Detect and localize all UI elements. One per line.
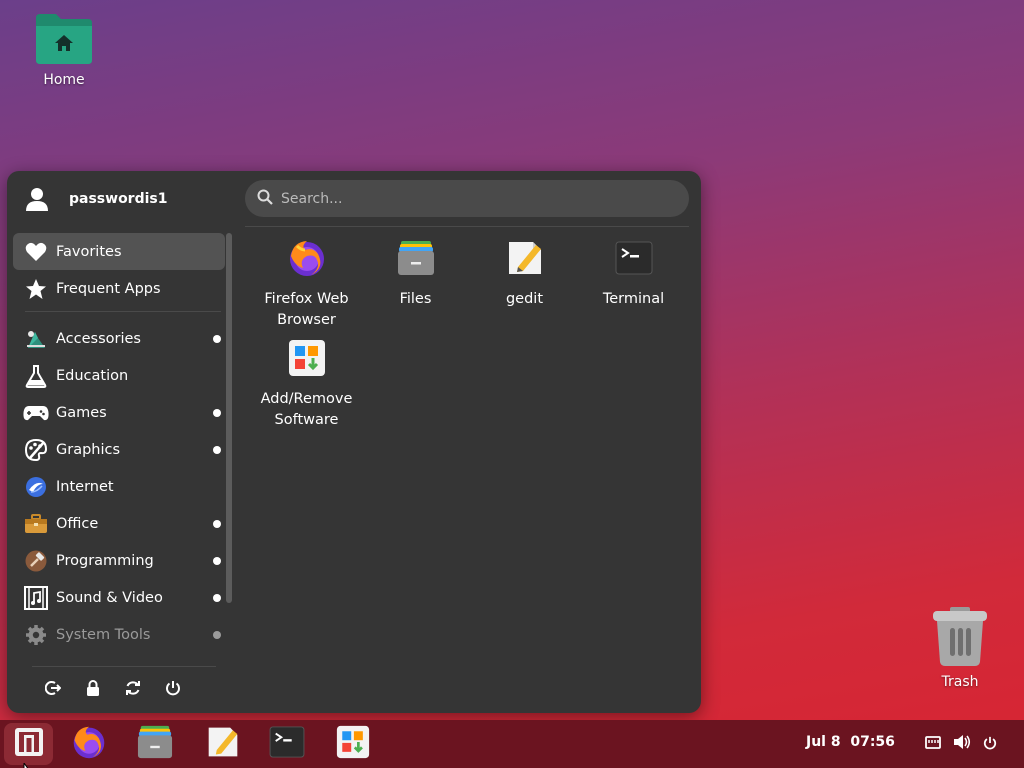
star-icon [23,276,49,302]
logout-button[interactable] [43,679,62,701]
taskbar: Jul 8 07:56 [0,720,1024,768]
desktop-trash[interactable]: Trash [915,606,1005,690]
clock[interactable]: Jul 8 07:56 [806,734,895,750]
globe-icon [23,474,49,500]
heart-icon [23,239,49,265]
app-files[interactable]: Files [361,237,470,310]
app-software[interactable]: Add/Remove Software [252,337,361,431]
gear-icon [23,622,49,648]
firefox-icon [252,237,361,279]
app-label: Terminal [602,291,665,307]
category-indicator [213,593,221,602]
taskbar-software[interactable] [329,724,377,764]
category-favorites[interactable]: Favorites [13,233,225,270]
home-folder-icon [19,12,109,66]
category-indicator [213,519,221,528]
files-icon [361,237,470,279]
session-actions [43,679,182,701]
app-label: gedit [505,291,544,307]
search-icon [257,189,273,209]
app-terminal[interactable]: Terminal [579,237,688,310]
logout-icon [44,680,61,700]
flask-icon [23,363,49,389]
category-indicator [213,334,221,343]
user-avatar-icon [21,183,53,215]
taskbar-gedit[interactable] [199,724,247,764]
switch-user-icon [125,680,141,700]
taskbar-terminal[interactable] [263,724,311,764]
terminal-icon [269,726,305,762]
category-frequent-apps[interactable]: Frequent Apps [13,270,225,307]
gedit-icon [206,725,240,763]
trash-label: Trash [941,674,979,690]
category-sound-video[interactable]: Sound & Video [13,579,225,616]
volume-icon [953,734,971,754]
power-button[interactable] [163,679,182,701]
software-icon [252,337,361,379]
film-music-icon [23,585,49,611]
username: passwordis1 [69,191,168,207]
system-power-button[interactable] [979,733,1001,755]
app-label: Files [399,291,432,307]
category-indicator [213,630,221,639]
power-icon [983,735,997,754]
category-divider [25,311,221,312]
files-icon [137,724,173,764]
application-menu: passwordis1 Favorites Frequent Apps Acce… [7,171,701,713]
briefcase-icon [23,511,49,537]
gedit-icon [470,237,579,279]
gamepad-icon [23,400,49,426]
category-gap [13,307,225,320]
category-indicator [213,408,221,417]
category-indicator [213,556,221,565]
lock-button[interactable] [83,679,102,701]
user-row[interactable]: passwordis1 [21,183,168,215]
category-accessories[interactable]: Accessories [13,320,225,357]
accessories-icon [23,326,49,352]
category-list: Favorites Frequent Apps Accessories Educ… [13,233,225,653]
category-office[interactable]: Office [13,505,225,542]
hammer-icon [23,548,49,574]
mouse-cursor-icon [23,758,35,768]
start-menu-icon [14,728,43,760]
search-box[interactable] [245,180,689,217]
category-education[interactable]: Education [13,357,225,394]
search-input[interactable] [281,190,661,207]
home-label: Home [43,72,85,88]
category-scrollbar[interactable] [226,233,232,603]
terminal-icon [579,237,688,279]
lock-icon [86,680,100,700]
category-internet[interactable]: Internet [13,468,225,505]
category-graphics[interactable]: Graphics [13,431,225,468]
app-label: Add/Remove Software [260,391,353,428]
firefox-icon [71,724,107,764]
network-button[interactable] [922,733,944,755]
app-firefox[interactable]: Firefox Web Browser [252,237,361,331]
category-system-tools[interactable]: System Tools [13,616,225,653]
category-programming[interactable]: Programming [13,542,225,579]
app-label: Firefox Web Browser [264,291,349,328]
taskbar-files[interactable] [131,724,179,764]
footer-divider [32,666,216,667]
app-gedit[interactable]: gedit [470,237,579,310]
category-games[interactable]: Games [13,394,225,431]
header-divider [245,226,689,227]
software-icon [336,725,370,763]
category-indicator [213,445,221,454]
desktop-home[interactable]: Home [19,12,109,88]
volume-button[interactable] [951,733,973,755]
trash-can-icon [915,606,1005,668]
switch-user-button[interactable] [123,679,142,701]
network-icon [925,735,941,754]
taskbar-firefox[interactable] [65,724,113,764]
power-icon [165,680,181,700]
palette-icon [23,437,49,463]
